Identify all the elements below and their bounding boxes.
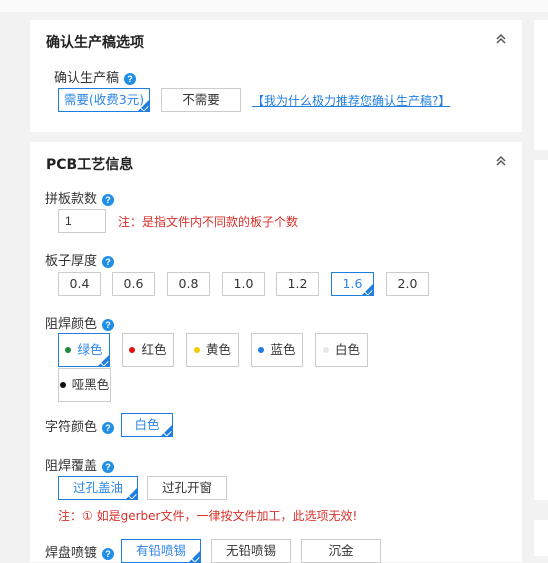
checkmark-corner-icon	[163, 428, 172, 436]
solder-color-blue[interactable]: 蓝色	[251, 333, 303, 367]
thickness-option[interactable]: 1.2	[276, 272, 319, 296]
panel-count-label-text: 拼板款数	[45, 192, 98, 207]
thickness-label: 板子厚度?	[45, 250, 115, 269]
option-label: 1.6	[342, 276, 363, 291]
option-label: 不需要	[182, 92, 220, 107]
option-label: 黄色	[205, 342, 231, 357]
surface-finish-label-text: 焊盘喷镀	[45, 546, 98, 561]
right-panel-bottom	[534, 520, 548, 556]
option-label: 白色	[134, 417, 160, 432]
why-recommend-link[interactable]: 【我为什么极力推荐您确认生产稿?】	[252, 92, 450, 109]
confirm-field-label: 确认生产稿?	[54, 67, 137, 86]
solder-color-white[interactable]: 白色	[315, 333, 368, 367]
finish-enig[interactable]: 沉金	[301, 539, 381, 563]
pcb-panel: PCB工艺信息 拼板款数? 1 注：是指文件内不同款的板子个数 板子厚度? 0.…	[30, 142, 522, 563]
finish-hasl-leaded[interactable]: 有铅喷锡	[121, 539, 201, 563]
finish-hasl-leadfree[interactable]: 无铅喷锡	[211, 539, 291, 563]
option-confirm-needed[interactable]: 需要(收费3元)	[58, 88, 150, 112]
right-panel	[534, 20, 548, 150]
color-dot	[322, 346, 329, 353]
via-cover-label: 阻焊覆盖?	[45, 455, 115, 474]
option-label: 绿色	[77, 342, 103, 357]
option-label: 白色	[334, 342, 360, 357]
question-circle-icon[interactable]: ?	[102, 318, 115, 331]
question-circle-icon[interactable]: ?	[102, 193, 115, 206]
thickness-option[interactable]: 0.8	[167, 272, 210, 296]
color-dot	[65, 346, 72, 353]
color-dot	[258, 346, 265, 353]
surface-finish-label: 焊盘喷镀?	[45, 542, 115, 561]
silkscreen-color-label: 字符颜色?	[45, 416, 115, 435]
solder-color-yellow[interactable]: 黄色	[186, 333, 239, 367]
solder-color-green[interactable]: 绿色	[58, 333, 110, 367]
panel-count-label: 拼板款数?	[45, 188, 115, 207]
option-confirm-not-needed[interactable]: 不需要	[161, 88, 241, 112]
confirm-field-label-text: 确认生产稿	[54, 71, 120, 86]
via-cover-tented[interactable]: 过孔盖油	[58, 476, 138, 500]
question-circle-icon[interactable]: ?	[102, 460, 115, 473]
via-cover-note: 注：① 如是gerber文件，一律按文件加工，此选项无效!	[58, 509, 358, 523]
chevron-double-up-icon[interactable]	[494, 154, 508, 168]
color-dot	[59, 381, 66, 388]
checkmark-corner-icon	[128, 491, 137, 499]
panel-title: PCB工艺信息	[46, 157, 134, 173]
option-label: 蓝色	[270, 342, 296, 357]
thickness-option[interactable]: 1.0	[222, 272, 265, 296]
silkscreen-white[interactable]: 白色	[121, 413, 173, 437]
option-label: 过孔盖油	[72, 480, 123, 495]
solder-color-matte-black[interactable]: 哑黑色	[58, 368, 111, 402]
question-circle-icon[interactable]: ?	[102, 255, 115, 268]
color-dot	[129, 346, 136, 353]
color-dot	[193, 346, 200, 353]
question-circle-icon[interactable]: ?	[102, 421, 115, 434]
solder-color-red[interactable]: 红色	[122, 333, 174, 367]
thickness-option[interactable]: 2.0	[386, 272, 429, 296]
panel-count-note: 注：是指文件内不同款的板子个数	[118, 215, 299, 229]
thickness-label-text: 板子厚度	[45, 254, 98, 269]
checkmark-corner-icon	[364, 287, 373, 295]
checkmark-corner-icon	[140, 103, 149, 111]
silkscreen-color-label-text: 字符颜色	[45, 420, 98, 435]
via-cover-open[interactable]: 过孔开窗	[147, 476, 227, 500]
option-label: 需要(收费3元)	[63, 92, 145, 107]
question-circle-icon[interactable]: ?	[102, 547, 115, 560]
panel-title: 确认生产稿选项	[46, 35, 144, 51]
top-strip	[0, 0, 548, 12]
solder-mask-color-label-text: 阻焊颜色	[45, 317, 98, 332]
option-label: 红色	[141, 342, 167, 357]
solder-mask-color-label: 阻焊颜色?	[45, 313, 115, 332]
thickness-option[interactable]: 0.4	[58, 272, 101, 296]
thickness-option[interactable]: 0.6	[112, 272, 155, 296]
thickness-option-selected[interactable]: 1.6	[331, 272, 374, 296]
checkmark-corner-icon	[100, 358, 109, 366]
question-circle-icon[interactable]: ?	[124, 72, 137, 85]
panel-count-input[interactable]: 1	[58, 209, 106, 233]
confirm-panel: 确认生产稿选项 确认生产稿? 需要(收费3元) 不需要 【我为什么极力推荐您确认…	[30, 20, 522, 132]
via-cover-label-text: 阻焊覆盖	[45, 459, 98, 474]
option-label: 哑黑色	[71, 377, 110, 392]
chevron-double-up-icon[interactable]	[494, 32, 508, 46]
right-panel-lower	[534, 160, 548, 500]
